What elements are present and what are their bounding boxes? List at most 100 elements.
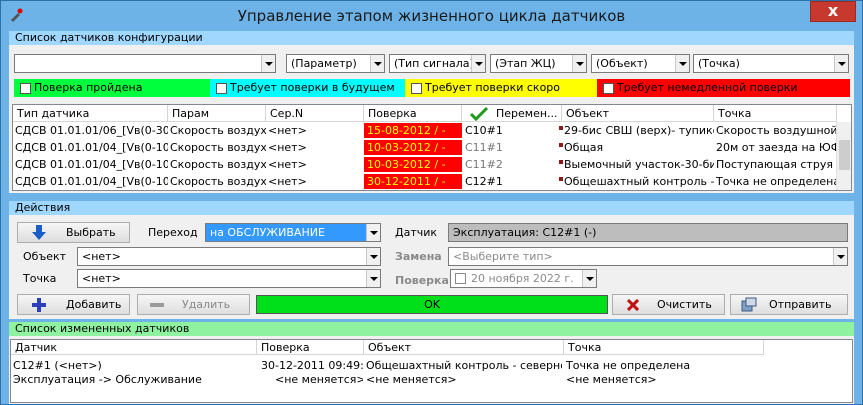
col-serial[interactable]: Сер.N <box>266 105 364 122</box>
legend-future[interactable]: Требует поверки в будущем <box>210 79 405 97</box>
table-cell[interactable]: Скорость воздуха ( <box>168 157 266 172</box>
changed-object[interactable]: Общешахтный контроль - северное кр <box>364 358 562 373</box>
checkbox[interactable] <box>216 83 227 94</box>
table-cell[interactable]: С12#1 <box>462 174 562 189</box>
table-cell[interactable]: Скорость воздуха ( <box>168 123 266 138</box>
table-cell[interactable]: Скорость воздуха ( <box>168 174 266 189</box>
col-check[interactable]: Поверка <box>364 105 462 122</box>
chevron-down-icon <box>471 55 485 72</box>
col-type[interactable]: Тип датчика <box>13 105 168 122</box>
chevron-down-icon <box>366 248 380 265</box>
changed-col-check[interactable]: Поверка <box>257 340 364 355</box>
transition-label: Переход <box>148 226 198 239</box>
table-cell[interactable]: 20м от заезда на ЮФС <box>714 140 837 155</box>
table-cell[interactable]: С11#2 <box>462 157 562 172</box>
checkbox[interactable] <box>603 83 614 94</box>
col-point[interactable]: Точка <box>714 105 837 122</box>
chevron-down-icon <box>582 270 596 287</box>
table-cell[interactable]: <нет> <box>266 123 364 138</box>
changed-transition[interactable]: Эксплуатация -> Обслуживание <box>11 372 257 387</box>
sensor-field: Эксплуатация: С12#1 (-) <box>448 223 848 242</box>
object-filter[interactable]: (Объект) <box>591 54 690 73</box>
legend-soon[interactable]: Требует поверки скоро <box>405 79 597 97</box>
sensor-table[interactable]: Тип датчика Парам Сер.N Поверка Перемен.… <box>12 104 852 191</box>
table-cell[interactable]: СДСВ 01.01.01/06_[Vв(0-30)м <box>13 123 168 138</box>
col-param[interactable]: Парам <box>168 105 266 122</box>
changed-col-sensor[interactable]: Датчик <box>11 340 257 355</box>
minus-icon <box>150 303 164 307</box>
chevron-down-icon <box>572 55 586 72</box>
check-date-picker[interactable]: 20 ноября 2022 г. <box>450 269 597 288</box>
table-scrollbar[interactable] <box>836 122 851 190</box>
point-filter[interactable]: (Точка) <box>693 54 849 73</box>
table-cell[interactable]: Точка не определена <box>714 174 837 189</box>
table-cell[interactable]: <нет> <box>266 174 364 189</box>
close-icon <box>627 299 639 311</box>
table-cell[interactable]: Скорость воздуха ( <box>168 140 266 155</box>
replace-label: Замена <box>395 250 442 263</box>
chevron-down-icon <box>366 270 380 287</box>
legend-passed[interactable]: Поверка пройдена <box>14 79 210 97</box>
select-button[interactable]: Выбрать <box>17 222 130 243</box>
table-cell[interactable]: С11#1 <box>462 140 562 155</box>
table-cell[interactable]: Общая <box>562 140 714 155</box>
table-cell[interactable]: СДСВ 01.01.01/04_[Vв(0-10)м <box>13 140 168 155</box>
scroll-thumb[interactable] <box>839 140 850 170</box>
table-cell[interactable]: 30-12-2011 / - <box>364 174 462 189</box>
type-filter[interactable] <box>14 54 276 73</box>
object-select[interactable]: <нет> <box>77 247 381 266</box>
table-cell[interactable]: 10-03-2012 / - <box>364 140 462 155</box>
row-marker <box>559 126 563 130</box>
table-cell[interactable]: С10#1 <box>462 123 562 138</box>
changed-check[interactable]: 30-12-2011 09:49:54 <box>259 358 363 373</box>
table-cell[interactable]: Поступающая струя выс <box>714 157 837 172</box>
delete-button[interactable]: Удалить <box>137 294 250 315</box>
table-cell[interactable]: Скорость воздушной ст <box>714 123 837 138</box>
send-icon <box>741 297 757 312</box>
table-cell[interactable]: Общешахтный контроль - севе <box>562 174 714 189</box>
changed-table[interactable]: Датчик Поверка Объект Точка С12#1 (<нет>… <box>10 339 853 403</box>
changed-sensor[interactable]: С12#1 (<нет>) <box>11 358 257 373</box>
changed-point-status[interactable]: <не меняется> <box>564 372 762 387</box>
add-button[interactable]: Добавить <box>17 294 130 315</box>
replace-select[interactable]: <Выберите тип> <box>448 247 848 266</box>
close-button[interactable]: x <box>810 1 856 22</box>
table-cell[interactable]: СДСВ 01.01.01/04_[Vв(0-10)м <box>13 157 168 172</box>
param-filter[interactable]: (Параметр) <box>286 54 385 73</box>
row-marker <box>559 177 563 181</box>
col-object[interactable]: Объект <box>562 105 714 122</box>
changed-col-point[interactable]: Точка <box>564 340 764 355</box>
changed-col-object[interactable]: Объект <box>364 340 564 355</box>
signal-filter[interactable]: (Тип сигнала) <box>389 54 486 73</box>
table-cell[interactable]: СДСВ 01.01.01/04_[Vв(0-10)м <box>13 174 168 189</box>
checkbox[interactable] <box>20 83 31 94</box>
changed-object-status[interactable]: <не меняется> <box>364 372 562 387</box>
check-date-checkbox[interactable] <box>455 273 466 284</box>
row-marker <box>559 160 563 164</box>
point-select[interactable]: <нет> <box>77 269 381 288</box>
check-label: Поверка <box>395 274 449 287</box>
chevron-down-icon <box>261 55 275 72</box>
checkbox[interactable] <box>411 83 422 94</box>
col-changed[interactable]: Перемен... <box>462 105 562 122</box>
transition-select[interactable]: на ОБСЛУЖИВАНИЕ <box>205 223 381 242</box>
table-cell[interactable]: 29-бис СВШ (верх)- тупиковое <box>562 123 714 138</box>
table-cell[interactable]: 15-08-2012 / - <box>364 123 462 138</box>
changed-panel: Список измененных датчиков Датчик Поверк… <box>9 322 854 404</box>
legend-immediate[interactable]: Требует немедленной поверки <box>597 79 850 97</box>
chevron-down-icon <box>366 224 380 241</box>
clear-button[interactable]: Очистить <box>612 294 725 315</box>
stage-filter[interactable]: (Этап ЖЦ) <box>490 54 587 73</box>
checkmark-icon <box>470 107 488 121</box>
table-cell[interactable]: Выемочный участок-30-бис Ю <box>562 157 714 172</box>
table-cell[interactable]: 10-03-2012 / - <box>364 157 462 172</box>
changed-point[interactable]: Точка не определена <box>564 358 762 373</box>
send-button[interactable]: Отправить <box>730 294 848 315</box>
config-panel: Список датчиков конфигурации (Параметр) … <box>9 31 854 193</box>
table-cell[interactable]: <нет> <box>266 140 364 155</box>
title-bar[interactable]: Управление этапом жизненного цикла датчи… <box>1 1 862 31</box>
table-cell[interactable]: <нет> <box>266 157 364 172</box>
point-label: Точка <box>23 272 57 285</box>
changed-check-status[interactable]: <не меняется> <box>273 372 363 387</box>
changed-header: Список измененных датчиков <box>9 322 854 336</box>
